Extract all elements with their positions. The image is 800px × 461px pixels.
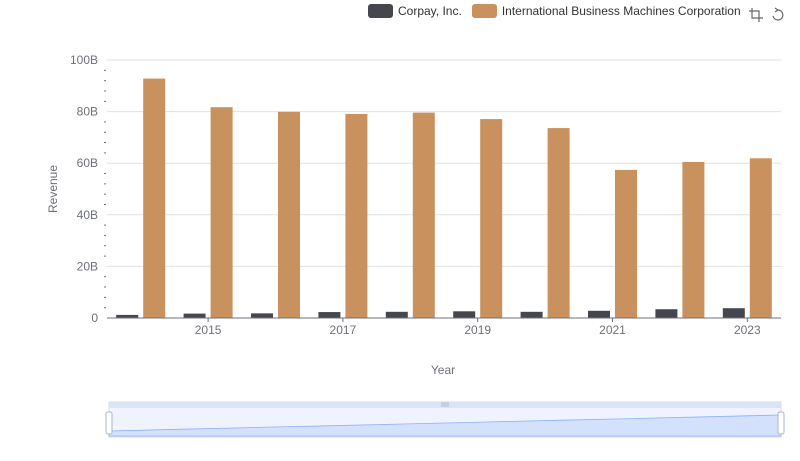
- x-tick-label: 2019: [464, 323, 491, 337]
- data-zoom-slider[interactable]: [105, 401, 785, 438]
- legend-swatch-ibm: [471, 4, 497, 18]
- x-tick-label: 2021: [599, 323, 626, 337]
- legend-label-ibm: International Business Machines Corporat…: [501, 4, 741, 18]
- legend-label-corpay: Corpay, Inc.: [398, 4, 462, 18]
- y-tick-label: 40B: [77, 208, 98, 222]
- bar-ibm-2023[interactable]: [749, 158, 772, 318]
- chart-canvas: 0 20B 40B 60B 80B 100B 2015 2017 2019 2021 2023 R…: [46, 53, 785, 438]
- bar-corpay-2022[interactable]: [655, 309, 678, 318]
- bar-corpay-2019[interactable]: [453, 311, 476, 318]
- grid-lines: [107, 59, 781, 267]
- bar-ibm-2014[interactable]: [143, 78, 166, 319]
- y-tick-label: 0: [91, 311, 98, 325]
- legend-item-corpay[interactable]: Corpay, Inc.: [368, 4, 462, 18]
- y-tick-label: 20B: [77, 259, 98, 273]
- zoom-handle-right[interactable]: [777, 411, 785, 435]
- zoom-handle-left[interactable]: [105, 411, 113, 435]
- bar-corpay-2020[interactable]: [520, 311, 543, 318]
- legend-swatch-corpay: [368, 4, 393, 18]
- y-axis-title: Revenue: [46, 165, 60, 213]
- y-tick-label: 60B: [77, 156, 98, 170]
- bar-corpay-2023[interactable]: [722, 308, 745, 318]
- chart-toolbox: [748, 7, 786, 23]
- x-tick-label: 2023: [734, 323, 761, 337]
- bar-ibm-2017[interactable]: [345, 113, 368, 318]
- bar-ibm-2016[interactable]: [278, 111, 300, 318]
- x-tick-label: 2017: [330, 323, 357, 337]
- bar-ibm-2018[interactable]: [412, 112, 435, 318]
- bar-ibm-2020[interactable]: [547, 128, 570, 318]
- bar-corpay-2016[interactable]: [251, 313, 273, 318]
- x-axis-labels: 2015 2017 2019 2021 2023: [195, 318, 761, 337]
- legend: Corpay, Inc. International Business Mach…: [368, 4, 751, 18]
- bar-corpay-2015[interactable]: [183, 313, 206, 318]
- bar-corpay-2017[interactable]: [318, 312, 341, 318]
- y-tick-label: 100B: [70, 53, 98, 67]
- y-axis-labels: 0 20B 40B 60B 80B 100B: [70, 53, 98, 325]
- restore-icon[interactable]: [770, 7, 786, 23]
- zoom-move-handle[interactable]: [441, 402, 449, 407]
- zoom-icon[interactable]: [748, 7, 764, 23]
- bars: [116, 78, 772, 319]
- bar-ibm-2019[interactable]: [480, 119, 503, 318]
- x-tick-label: 2015: [195, 323, 222, 337]
- bar-corpay-2018[interactable]: [385, 311, 408, 318]
- y-minor-ticks: [104, 69, 106, 309]
- bar-ibm-2015[interactable]: [210, 107, 233, 319]
- x-axis-title: Year: [431, 363, 455, 377]
- bar-ibm-2021[interactable]: [615, 169, 637, 318]
- bar-corpay-2021[interactable]: [588, 310, 610, 318]
- bar-ibm-2022[interactable]: [682, 161, 705, 318]
- legend-item-ibm[interactable]: International Business Machines Corporat…: [471, 4, 741, 18]
- y-tick-label: 80B: [77, 105, 98, 119]
